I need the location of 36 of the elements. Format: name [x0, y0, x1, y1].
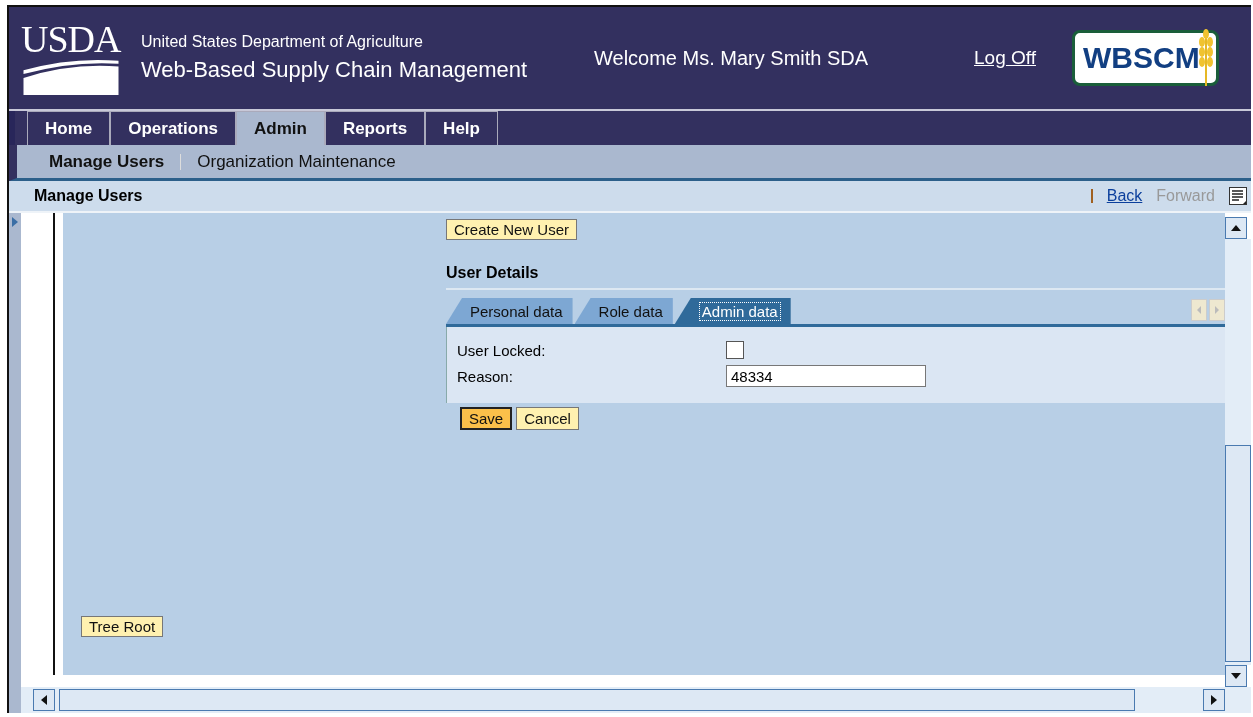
- scroll-up-icon[interactable]: [1225, 217, 1247, 239]
- department-name: United States Department of Agriculture: [141, 33, 424, 51]
- nav-tab[interactable]: Home: [27, 111, 111, 145]
- user-locked-checkbox[interactable]: [726, 341, 744, 359]
- create-new-user-button[interactable]: Create New User: [446, 219, 578, 240]
- nav-tab[interactable]: Reports: [324, 111, 426, 145]
- welcome-text: Welcome Ms. Mary Smith SDA: [594, 46, 870, 70]
- scroll-left-icon[interactable]: [33, 689, 55, 711]
- wbscm-logo-text: WBSCM: [1083, 41, 1200, 75]
- horizontal-scrollbar[interactable]: [9, 687, 1251, 713]
- sub-nav-link[interactable]: Manage Users: [41, 151, 173, 172]
- form-button[interactable]: Cancel: [516, 407, 579, 430]
- field-label: Reason:: [457, 367, 514, 385]
- scroll-right-icon[interactable]: [1203, 689, 1225, 711]
- nav-tab[interactable]: Help: [425, 111, 498, 145]
- reason-input-field[interactable]: 48334: [726, 365, 926, 387]
- menu-icon[interactable]: [1229, 187, 1247, 205]
- scroll-down-icon[interactable]: [1225, 665, 1247, 687]
- form-button[interactable]: Save: [460, 407, 513, 430]
- nav-tab[interactable]: Admin: [236, 111, 325, 145]
- nav-tab[interactable]: Operations: [110, 111, 236, 145]
- page-title: Manage Users: [34, 187, 144, 205]
- app-title: Web-Based Supply Chain Management: [141, 57, 529, 83]
- detail-tab[interactable]: Admin data: [674, 298, 791, 324]
- fields-icon: [21, 57, 121, 95]
- detail-tab[interactable]: Role data: [574, 298, 673, 324]
- tree-root-button[interactable]: Tree Root: [81, 616, 164, 637]
- usda-logo-text: USDA: [21, 21, 121, 57]
- section-title: User Details: [446, 240, 1225, 290]
- history-link[interactable]: Back: [1106, 187, 1143, 205]
- sub-nav-link[interactable]: Organization Maintenance: [189, 151, 404, 172]
- scroll-thumb[interactable]: [1225, 445, 1251, 662]
- expand-arrow-icon[interactable]: [12, 217, 18, 227]
- field-label: User Locked:: [457, 341, 547, 359]
- detail-tab[interactable]: Personal data: [446, 298, 573, 324]
- log-off-link[interactable]: Log Off: [974, 47, 1072, 69]
